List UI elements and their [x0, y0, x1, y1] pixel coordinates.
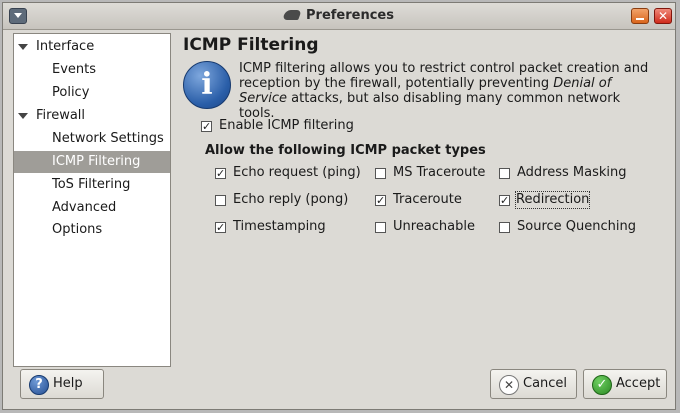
echo-reply-checkbox[interactable]	[215, 195, 226, 206]
accept-button-label: Accept	[616, 376, 661, 391]
title-bar[interactable]: Preferences ✕	[3, 3, 675, 30]
ms-traceroute-label[interactable]: MS Traceroute	[393, 165, 485, 181]
tree-item-label: ICMP Filtering	[52, 154, 141, 169]
enable-icmp-label[interactable]: Enable ICMP filtering	[219, 118, 354, 134]
tree-item-label: Events	[52, 62, 97, 77]
cancel-button-label: Cancel	[523, 376, 568, 391]
echo-reply-label[interactable]: Echo reply (pong)	[233, 192, 348, 208]
description: ICMP filtering allows you to restrict co…	[239, 61, 659, 121]
tree-item-network-settings[interactable]: Network Settings	[14, 128, 170, 150]
tree-item-events[interactable]: Events	[14, 59, 170, 81]
description-text-end: attacks, but also disabling many common …	[239, 91, 621, 121]
tree-item-policy[interactable]: Policy	[14, 82, 170, 104]
info-icon: i	[183, 61, 231, 109]
tree-item-interface[interactable]: Interface	[14, 36, 170, 58]
tree-item-label: Policy	[52, 85, 90, 100]
tree-item-label: ToS Filtering	[52, 177, 131, 192]
source-quenching-checkbox[interactable]	[499, 222, 510, 233]
close-button[interactable]: ✕	[654, 8, 672, 24]
close-icon: ✕	[657, 9, 669, 23]
traceroute-label[interactable]: Traceroute	[393, 192, 462, 208]
tree-item-firewall[interactable]: Firewall	[14, 105, 170, 127]
minimize-button[interactable]	[631, 8, 649, 24]
source-quenching-label[interactable]: Source Quenching	[517, 219, 636, 235]
echo-request-checkbox[interactable]: ✓	[215, 168, 226, 179]
packet-types-heading: Allow the following ICMP packet types	[205, 143, 486, 158]
tree-item-label: Network Settings	[52, 131, 164, 146]
enable-icmp-checkbox[interactable]: ✓	[201, 121, 212, 132]
cancel-button[interactable]: ✕ Cancel	[490, 369, 577, 399]
page-title: ICMP Filtering	[183, 35, 319, 55]
help-button[interactable]: ? Help	[20, 369, 104, 399]
redirection-label[interactable]: Redirection	[514, 191, 591, 209]
unreachable-label[interactable]: Unreachable	[393, 219, 475, 235]
category-tree[interactable]: Interface Events Policy Firewall Network…	[13, 33, 171, 367]
echo-request-label[interactable]: Echo request (ping)	[233, 165, 361, 181]
help-icon: ?	[29, 375, 49, 395]
accept-icon: ✓	[592, 375, 612, 395]
tree-item-tos-filtering[interactable]: ToS Filtering	[14, 174, 170, 196]
accept-button[interactable]: ✓ Accept	[583, 369, 667, 399]
cancel-icon: ✕	[499, 375, 519, 395]
window-title-text: Preferences	[306, 8, 394, 23]
expander-icon[interactable]	[18, 44, 28, 50]
tree-item-label: Advanced Options	[52, 200, 117, 237]
window-title: Preferences	[3, 8, 675, 23]
unreachable-checkbox[interactable]	[375, 222, 386, 233]
tree-item-label: Interface	[36, 39, 95, 54]
tree-item-label: Firewall	[36, 108, 86, 123]
ms-traceroute-checkbox[interactable]	[375, 168, 386, 179]
tree-item-icmp-filtering[interactable]: ICMP Filtering	[14, 151, 170, 173]
address-masking-label[interactable]: Address Masking	[517, 165, 627, 181]
preferences-window: Preferences ✕ Interface Events Policy Fi…	[2, 2, 676, 410]
tree-item-advanced-options[interactable]: Advanced Options	[14, 197, 170, 237]
help-button-label: Help	[53, 376, 83, 391]
address-masking-checkbox[interactable]	[499, 168, 510, 179]
timestamping-label[interactable]: Timestamping	[233, 219, 326, 235]
expander-icon[interactable]	[18, 113, 28, 119]
app-icon	[282, 10, 302, 20]
timestamping-checkbox[interactable]: ✓	[215, 222, 226, 233]
traceroute-checkbox[interactable]: ✓	[375, 195, 386, 206]
redirection-checkbox[interactable]: ✓	[499, 195, 510, 206]
